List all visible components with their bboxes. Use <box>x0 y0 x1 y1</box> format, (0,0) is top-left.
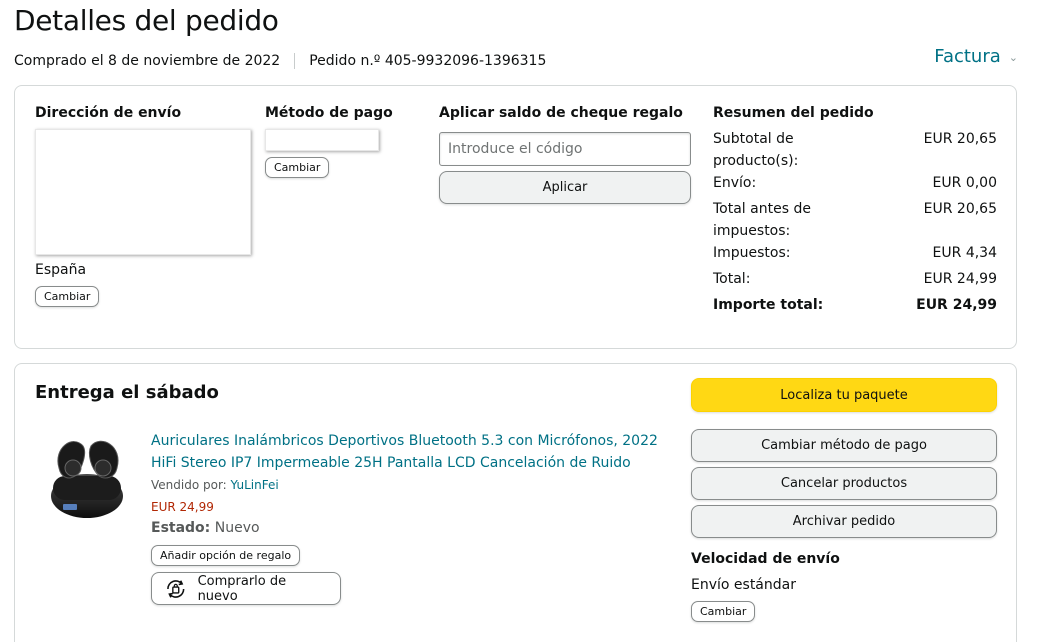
shipping-country: España <box>35 262 87 278</box>
condition-value: Nuevo <box>214 520 260 536</box>
gift-card-title: Aplicar saldo de cheque regalo <box>439 105 683 121</box>
meta-divider <box>294 53 296 69</box>
shipping-title: Dirección de envío <box>35 105 182 121</box>
change-address-button[interactable]: Cambiar <box>35 286 100 307</box>
shipping-speed-title: Velocidad de envío <box>691 551 840 567</box>
seller-link[interactable]: YuLinFei <box>231 478 279 492</box>
buy-again-button[interactable]: Comprarlo de nuevo <box>151 572 341 605</box>
summary-label-shipping: Envío: <box>713 175 757 191</box>
condition-label: Estado: <box>151 520 211 536</box>
summary-value-tax: EUR 4,34 <box>932 245 997 261</box>
order-number: Pedido n.º 405-9932096-1396315 <box>309 53 547 69</box>
summary-label-tax: Impuestos: <box>713 245 791 261</box>
cancel-items-button[interactable]: Cancelar productos <box>691 467 997 500</box>
summary-value-subtotal: EUR 20,65 <box>923 131 997 147</box>
summary-value-grand-total: EUR 24,99 <box>916 297 997 313</box>
summary-label-total: Total: <box>713 271 751 287</box>
shipping-speed-value: Envío estándar <box>691 577 796 593</box>
change-shipping-speed-button[interactable]: Cambiar <box>691 601 756 622</box>
buy-again-icon <box>167 579 185 598</box>
add-gift-option-button[interactable]: Añadir opción de regalo <box>151 545 301 566</box>
page-title: Detalles del pedido <box>14 4 279 37</box>
summary-title: Resumen del pedido <box>713 105 874 121</box>
chevron-down-icon: ⌄ <box>1008 51 1018 64</box>
change-payment-small-button[interactable]: Cambiar <box>265 157 330 178</box>
apply-gift-button[interactable]: Aplicar <box>439 171 691 204</box>
summary-label-pretax: Total antes de impuestos: <box>713 201 811 239</box>
change-payment-method-button[interactable]: Cambiar método de pago <box>691 429 997 462</box>
product-price: EUR 24,99 <box>151 500 214 514</box>
order-meta: Comprado el 8 de noviembre de 2022 Pedid… <box>14 53 546 69</box>
buy-again-label: Comprarlo de nuevo <box>197 573 287 604</box>
summary-value-total: EUR 24,99 <box>923 271 997 287</box>
item-condition: Estado: Nuevo <box>151 520 260 536</box>
delivery-card: Entrega el sábado Auriculares Inalámbric… <box>14 363 1017 642</box>
summary-label-subtotal: Subtotal de producto(s): <box>713 131 799 169</box>
shipping-address-redacted <box>35 129 251 255</box>
summary-label-grand-total: Importe total: <box>713 297 824 313</box>
payment-title: Método de pago <box>265 105 393 121</box>
invoice-label: Factura <box>934 46 1001 67</box>
product-title-link[interactable]: Auriculares Inalámbricos Deportivos Blue… <box>151 430 666 474</box>
invoice-dropdown[interactable]: Factura ⌄ <box>934 46 1018 67</box>
archive-order-button[interactable]: Archivar pedido <box>691 505 997 538</box>
gift-code-input[interactable] <box>439 132 691 166</box>
payment-method-redacted <box>265 129 379 151</box>
purchase-date: Comprado el 8 de noviembre de 2022 <box>14 53 281 69</box>
sold-by-label: Vendido por: <box>151 478 227 492</box>
track-package-button[interactable]: Localiza tu paquete <box>691 378 997 412</box>
sold-by: Vendido por: YuLinFei <box>151 478 279 492</box>
summary-value-shipping: EUR 0,00 <box>932 175 997 191</box>
summary-value-pretax: EUR 20,65 <box>923 201 997 217</box>
delivery-title: Entrega el sábado <box>35 382 219 403</box>
earbuds-product-image[interactable] <box>45 428 129 524</box>
order-info-card: Dirección de envío España Cambiar Método… <box>14 85 1017 349</box>
